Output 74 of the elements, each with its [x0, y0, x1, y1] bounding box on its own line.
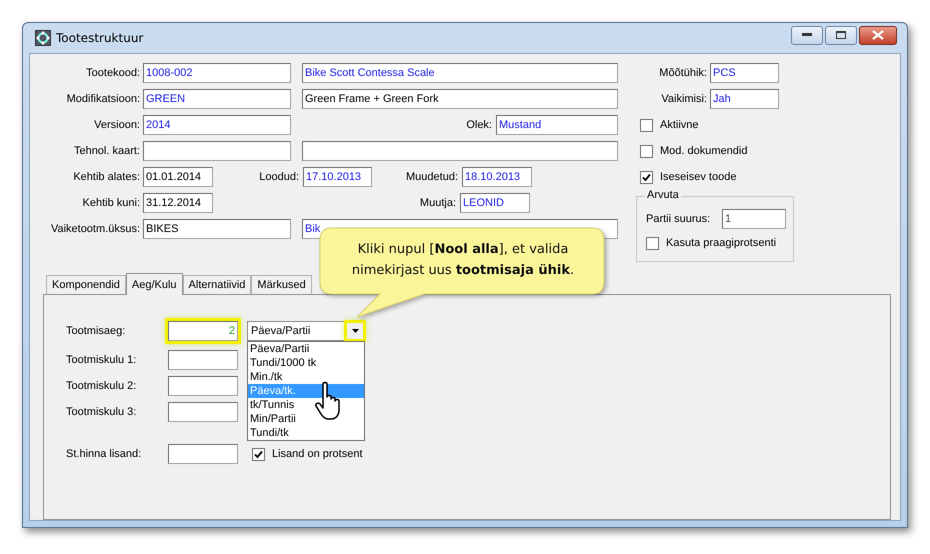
number-field[interactable] — [168, 350, 238, 370]
text-field[interactable]: GREEN — [143, 89, 291, 109]
text-field[interactable]: Mustand — [496, 115, 618, 135]
field-label: St.hinna lisand: — [66, 448, 142, 460]
checkbox[interactable] — [640, 170, 653, 184]
field-label: Muudetud: — [405, 171, 459, 183]
date-field[interactable]: 17.10.2013 — [303, 167, 372, 187]
tooltip-text: Kliki nupul [Nool alla], et valida nimekirjast uus tootmisaja ühik. — [350, 241, 576, 280]
tab[interactable]: Alternatiivid — [182, 275, 252, 294]
field-label: Partii suurus: — [646, 213, 712, 225]
close-icon — [872, 30, 884, 40]
app-icon — [35, 30, 51, 46]
group-title: Arvuta — [645, 189, 681, 201]
text-field[interactable]: 1008-002 — [143, 63, 291, 83]
dropdown-option[interactable]: Min./tk — [248, 370, 364, 384]
field-label: Versioon: — [93, 119, 141, 131]
tab[interactable]: Aeg/Kulu — [126, 273, 183, 295]
checkbox-label: Lisand on protsent — [272, 448, 363, 460]
window-title: Tootestruktuur — [56, 31, 144, 45]
number-field[interactable] — [168, 444, 238, 464]
field-label: Muutja: — [418, 197, 457, 209]
text-field[interactable]: Bike Scott Contessa Scale — [302, 63, 618, 83]
field-label: Loodud: — [258, 171, 300, 183]
dropdown[interactable]: Päeva/Partii — [247, 321, 365, 341]
dropdown-option[interactable]: tk/Tunnis — [248, 398, 364, 412]
checkbox[interactable] — [640, 118, 653, 132]
field-label: Vaiketootm.üksus: — [50, 223, 141, 235]
text-field[interactable]: Jah — [710, 89, 779, 109]
checkbox[interactable] — [646, 236, 659, 250]
field-label: Tootmisaeg: — [66, 325, 126, 337]
field-label: Kehtib kuni: — [82, 197, 141, 209]
checkbox-label: Iseseisev toode — [660, 171, 736, 183]
text-field[interactable]: LEONID — [460, 193, 530, 213]
checkbox-label: Mod. dokumendid — [660, 145, 748, 157]
text-field[interactable]: PCS — [710, 63, 779, 83]
dropdown-option[interactable]: Päeva/Partii — [248, 342, 364, 356]
minimize-button[interactable] — [791, 26, 823, 44]
close-button[interactable] — [859, 26, 897, 44]
date-field[interactable]: 18.10.2013 — [462, 167, 532, 187]
text-field[interactable]: Green Frame + Green Fork — [302, 89, 618, 109]
field-label: Tootmiskulu 3: — [66, 406, 138, 418]
date-field[interactable]: 01.01.2014 — [143, 167, 213, 187]
tab[interactable]: Märkused — [251, 275, 312, 294]
number-field[interactable]: 2 — [168, 321, 238, 341]
date-field[interactable]: 31.12.2014 — [143, 193, 213, 213]
tab[interactable]: Komponendid — [46, 275, 126, 294]
number-field[interactable] — [168, 376, 238, 396]
number-field[interactable] — [168, 402, 238, 422]
dropdown-arrow-button[interactable] — [347, 323, 363, 339]
maximize-icon — [836, 31, 846, 39]
dropdown-option[interactable]: Min/Partii — [248, 412, 364, 426]
field-label: Kehtib alates: — [72, 171, 141, 183]
checkbox[interactable] — [640, 144, 653, 158]
minimize-icon — [802, 33, 812, 37]
text-field[interactable]: 2014 — [143, 115, 291, 135]
field-label: Tehnol. kaart: — [72, 145, 141, 157]
field-label: Modifikatsioon: — [66, 93, 141, 105]
field-label: Olek: — [465, 119, 493, 131]
text-field[interactable]: BIKES — [143, 219, 291, 239]
checkbox[interactable] — [252, 448, 265, 460]
field-label: Tootmiskulu 1: — [66, 354, 138, 366]
field-label: Vaikimisi: — [660, 93, 708, 105]
checkbox-label: Kasuta praagiprotsenti — [666, 237, 776, 249]
dropdown-option[interactable]: Tundi/1000 tk — [248, 356, 364, 370]
dropdown-option[interactable]: Tundi/tk — [248, 426, 364, 440]
maximize-button[interactable] — [825, 26, 857, 44]
field-label: Mõõtühik: — [658, 67, 708, 79]
text-field[interactable] — [302, 141, 618, 161]
text-field[interactable]: 1 — [722, 209, 786, 229]
field-label: Tootmiskulu 2: — [66, 380, 138, 392]
checkbox-label: Aktiivne — [660, 119, 699, 131]
text-field[interactable] — [143, 141, 291, 161]
caret-icon — [352, 329, 358, 333]
field-label: Tootekood: — [85, 67, 141, 79]
